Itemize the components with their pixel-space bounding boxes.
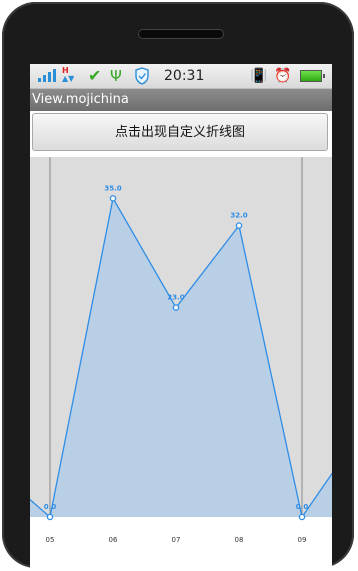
data-label: 23.0	[167, 294, 184, 302]
battery-icon	[300, 70, 325, 82]
data-label: 0.0	[44, 503, 57, 511]
status-bar: H ▲▼ ✔ Ψ 20:31 📳 ⏰	[30, 64, 332, 89]
shield-icon	[134, 67, 150, 85]
mobile-data-icon: H ▲▼	[62, 66, 75, 83]
app-title: View.mojichina	[30, 89, 332, 111]
data-point	[109, 195, 117, 202]
vibrate-icon: 📳	[250, 68, 268, 84]
data-label: 32.0	[230, 212, 247, 220]
x-axis-band	[30, 517, 332, 570]
x-tick-label: 06	[109, 536, 118, 544]
signal-icon	[38, 68, 58, 82]
x-tick-label: 05	[46, 536, 55, 544]
data-point	[298, 513, 306, 521]
phone-frame: H ▲▼ ✔ Ψ 20:31 📳 ⏰ View.mojichina 点击出现自定…	[2, 2, 354, 570]
data-label: 0.0	[296, 503, 309, 511]
data-point	[172, 304, 180, 311]
show-chart-button[interactable]: 点击出现自定义折线图	[32, 113, 328, 151]
data-point	[46, 513, 54, 521]
alarm-icon: ⏰	[274, 68, 292, 84]
chart-area[interactable]: 0.0 05 35.0 06 23.0 07 32.0 08 0.0 09	[30, 157, 332, 570]
main-content: 点击出现自定义折线图 0.0 05 35.0 06 23.0 07 32.0 08 0.0 09	[30, 111, 332, 570]
line-chart: 0.0 05 35.0 06 23.0 07 32.0 08 0.0 09	[30, 157, 332, 570]
data-point	[235, 222, 243, 229]
x-tick-label: 07	[172, 536, 181, 544]
data-label: 35.0	[104, 184, 121, 192]
x-tick-label: 08	[235, 536, 244, 544]
speaker-grille	[139, 30, 223, 38]
screen: H ▲▼ ✔ Ψ 20:31 📳 ⏰ View.mojichina 点击出现自定…	[30, 64, 332, 570]
x-tick-label: 09	[298, 536, 307, 544]
check-icon: ✔	[88, 66, 102, 85]
usb-icon: Ψ	[110, 67, 122, 85]
clock: 20:31	[164, 68, 205, 84]
